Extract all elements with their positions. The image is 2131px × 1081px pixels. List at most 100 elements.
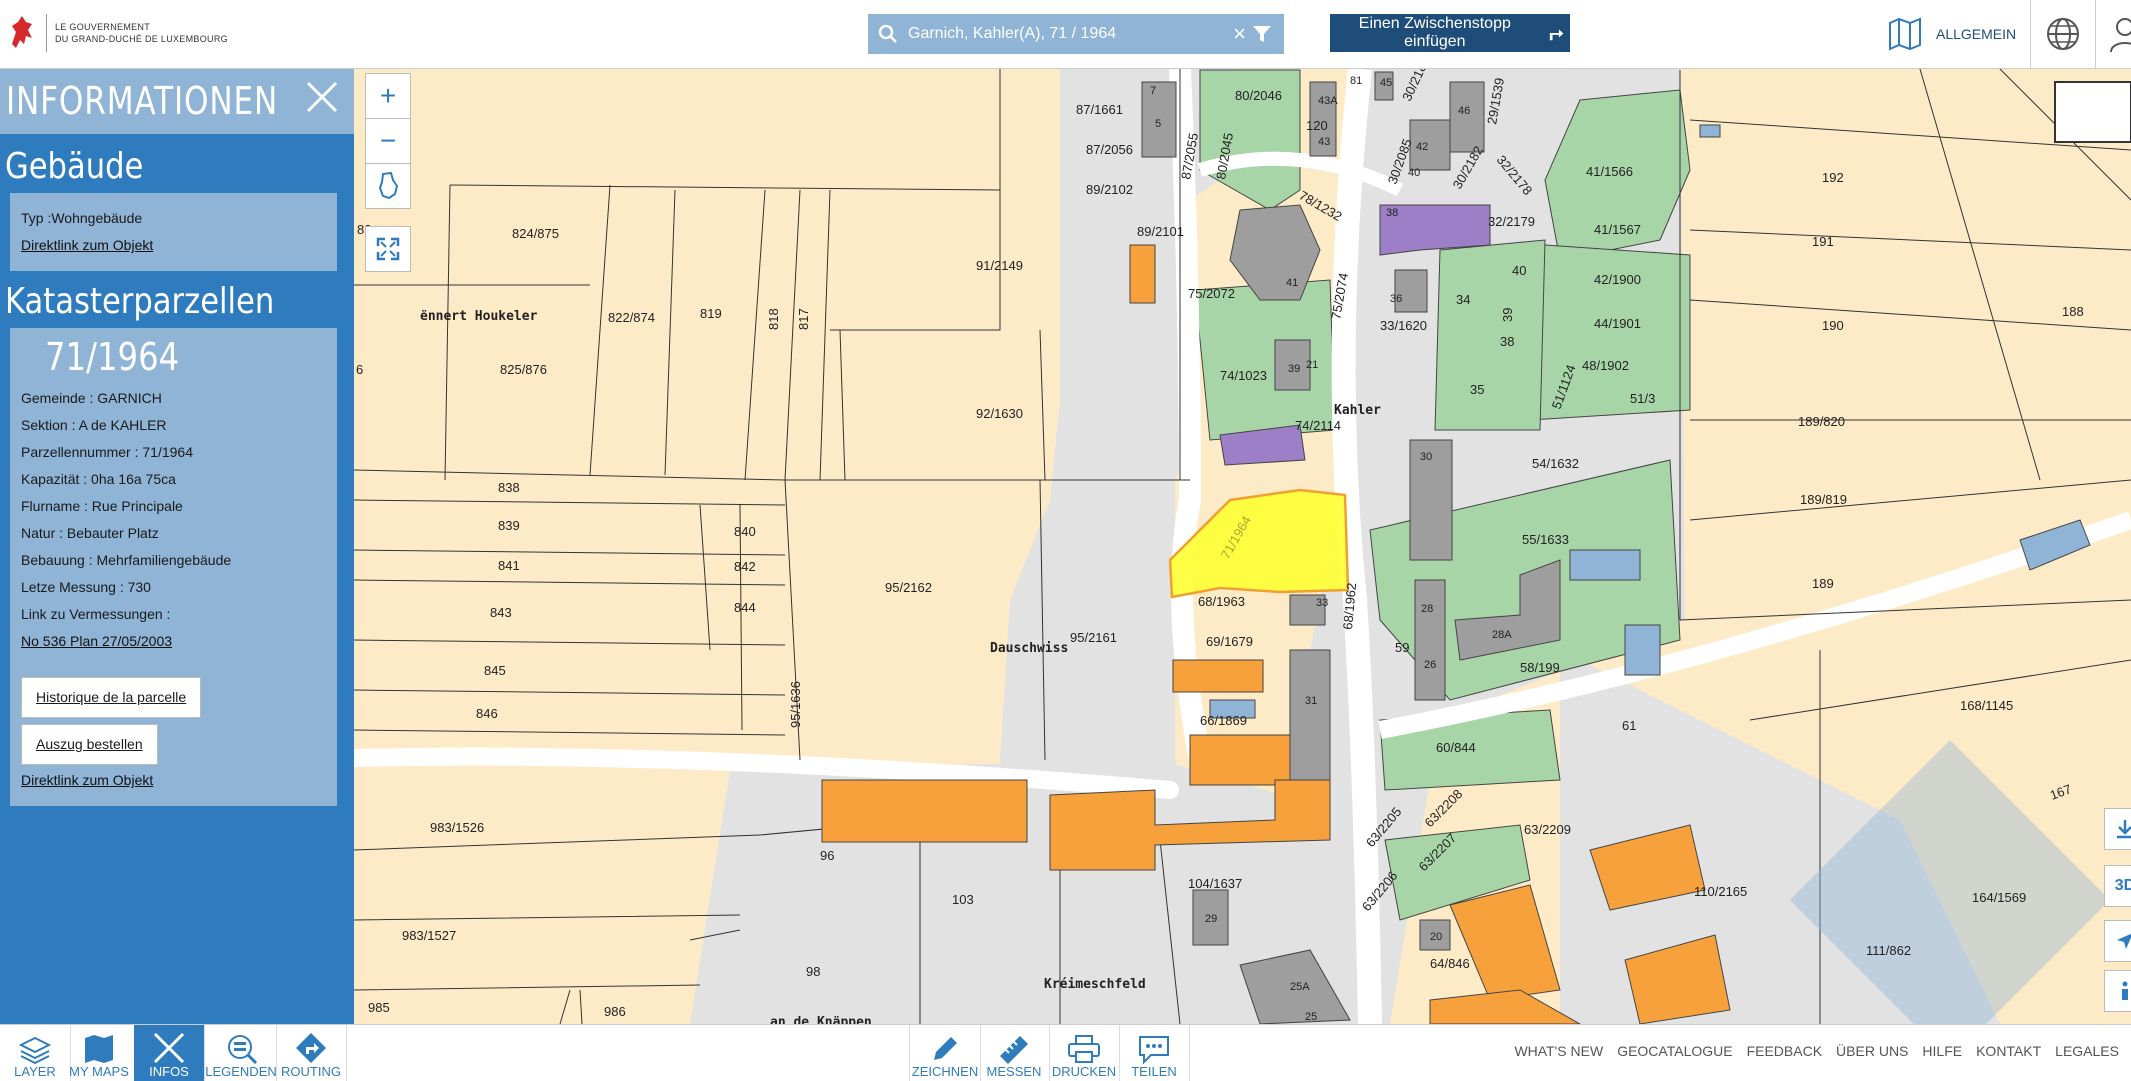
parcel-history-button[interactable]: Historique de la parcelle xyxy=(21,677,202,718)
locality-label: Kahler xyxy=(1334,403,1381,418)
locality-label: Kréimeschfeld xyxy=(1044,977,1146,992)
geocatalogue-link[interactable]: GEOCATALOGUE xyxy=(1617,1043,1732,1059)
footer-links: WHAT'S NEW GEOCATALOGUE FEEDBACK ÜBER UN… xyxy=(1514,1043,2119,1059)
close-icon[interactable] xyxy=(302,77,342,117)
orange-building xyxy=(1172,659,1264,693)
overview-map-frame[interactable] xyxy=(2054,81,2131,143)
country-extent-button[interactable] xyxy=(365,163,411,209)
routing-button[interactable]: ROUTING xyxy=(276,1025,347,1081)
building-number-label: 26 xyxy=(1424,659,1436,671)
add-stopover-button[interactable]: Einen Zwischenstopp einfügen xyxy=(1330,14,1570,52)
filter-icon[interactable] xyxy=(1252,24,1272,44)
fullscreen-button[interactable] xyxy=(365,226,411,272)
legenden-button[interactable]: LEGENDEN xyxy=(205,1025,277,1081)
parcel-label: 80/2046 xyxy=(1235,88,1282,103)
legal-link[interactable]: LEGALES xyxy=(2055,1043,2119,1059)
parcel-label: 168/1145 xyxy=(1960,698,2013,713)
measure-label: MESSEN xyxy=(986,1064,1042,1079)
building-heading: Gebäude xyxy=(5,146,144,187)
help-link[interactable]: HILFE xyxy=(1922,1043,1962,1059)
building-number-label: 5 xyxy=(1155,118,1161,130)
building-number-label: 46 xyxy=(1458,105,1470,117)
feedback-link[interactable]: FEEDBACK xyxy=(1747,1043,1822,1059)
field-section: Sektion : A de KAHLER xyxy=(21,417,167,433)
parcel-label: 164/1569 xyxy=(1972,890,2026,905)
building-number-label: 40 xyxy=(1512,263,1526,278)
share-button[interactable]: TEILEN xyxy=(1119,1025,1190,1081)
search-bar: × xyxy=(868,14,1284,54)
parcel-label: 986 xyxy=(604,1004,626,1019)
user-icon[interactable] xyxy=(2110,16,2131,52)
parcel-id: 71/1964 xyxy=(45,335,180,379)
my-maps-button[interactable]: MY MAPS xyxy=(64,1025,135,1081)
whats-new-link[interactable]: WHAT'S NEW xyxy=(1514,1043,1603,1059)
parcel-label: 92/1630 xyxy=(976,406,1023,421)
cadastre-direct-link[interactable]: Direktlink zum Objekt xyxy=(21,772,153,788)
building-number-label: 81 xyxy=(1350,75,1362,87)
survey-plan-link[interactable]: No 536 Plan 27/05/2003 xyxy=(21,633,172,649)
map-theme-icon[interactable] xyxy=(1888,17,1922,51)
parcel-label: 819 xyxy=(700,306,722,321)
map-view[interactable]: 824/875 825/876 822/874 819 818 817 838 … xyxy=(354,69,2131,1024)
building-number-label: 33 xyxy=(1316,597,1328,609)
search-icon xyxy=(878,24,897,43)
building xyxy=(1289,649,1331,781)
ruler-icon xyxy=(1000,1036,1028,1064)
building-direct-link[interactable]: Direktlink zum Objekt xyxy=(21,237,153,253)
parcel-label: 54/1632 xyxy=(1532,456,1579,471)
theme-label[interactable]: ALLGEMEIN xyxy=(1936,26,2016,42)
share-label: TEILEN xyxy=(1131,1064,1177,1079)
building-number-label: 28 xyxy=(1421,603,1433,615)
search-input[interactable] xyxy=(906,24,1234,44)
parcel-label: 95/1636 xyxy=(788,681,803,728)
info-button[interactable] xyxy=(2104,970,2131,1012)
route-arrow-icon xyxy=(1549,29,1564,41)
parcel-label: 110/2165 xyxy=(1694,884,1747,899)
parcel-label: 89/2101 xyxy=(1137,224,1184,239)
parcel-label: 822/874 xyxy=(608,310,655,325)
parcel-label: 841 xyxy=(498,558,520,573)
zoom-in-button[interactable]: + xyxy=(365,73,411,119)
pencil-icon xyxy=(934,1037,957,1060)
parcel-label: 60/844 xyxy=(1436,740,1476,755)
3d-view-button[interactable]: 3D xyxy=(2104,865,2131,907)
locate-button[interactable] xyxy=(2104,920,2131,962)
parcel-label: 44/1901 xyxy=(1594,316,1641,331)
zoom-out-button[interactable]: − xyxy=(365,118,411,164)
parcel-label: 839 xyxy=(498,518,520,533)
print-label: DRUCKEN xyxy=(1051,1064,1117,1079)
building-number-label: 42 xyxy=(1416,141,1428,153)
locality-label: Dauschwiss xyxy=(990,641,1068,656)
measure-button[interactable]: MESSEN xyxy=(979,1025,1050,1081)
info-panel: INFORMATIONEN Gebäude Typ :Wohngebäude D… xyxy=(0,69,354,1024)
draw-label: ZEICHNEN xyxy=(911,1064,979,1079)
clear-search-icon[interactable]: × xyxy=(1233,21,1246,47)
parcel-label: 42/1900 xyxy=(1594,272,1641,287)
infos-button[interactable]: INFOS xyxy=(134,1025,205,1081)
parcel-label: 98 xyxy=(806,964,820,979)
building-number-label: 30 xyxy=(1420,451,1432,463)
parcel-label: 51/3 xyxy=(1630,391,1655,406)
order-extract-button[interactable]: Auszug bestellen xyxy=(21,724,158,765)
annex-building xyxy=(1624,624,1661,676)
building-number-label: 20 xyxy=(1430,931,1442,943)
parcel-label: 41/1567 xyxy=(1594,222,1641,237)
parcel-label: 191 xyxy=(1812,234,1834,249)
layer-button[interactable]: LAYER xyxy=(0,1025,71,1081)
cadastre-heading: Katasterparzellen xyxy=(5,281,275,322)
parcel-label: 845 xyxy=(484,663,506,678)
building xyxy=(1414,579,1446,701)
parcel-label: 985 xyxy=(368,1000,390,1015)
orange-building xyxy=(821,779,1028,843)
contact-link[interactable]: KONTAKT xyxy=(1976,1043,2041,1059)
download-button[interactable] xyxy=(2104,808,2131,850)
about-link[interactable]: ÜBER UNS xyxy=(1836,1043,1908,1059)
globe-icon[interactable] xyxy=(2045,16,2081,52)
print-button[interactable]: DRUCKEN xyxy=(1049,1025,1120,1081)
government-logo[interactable]: LE GOUVERNEMENT DU GRAND-DUCHÉ DE LUXEMBO… xyxy=(6,14,228,52)
close-x-icon xyxy=(153,1032,185,1064)
draw-button[interactable]: ZEICHNEN xyxy=(909,1025,981,1081)
building-number-label: 28A xyxy=(1492,629,1512,641)
stopover-label: Einen Zwischenstopp einfügen xyxy=(1358,15,1511,50)
building xyxy=(1449,81,1485,153)
